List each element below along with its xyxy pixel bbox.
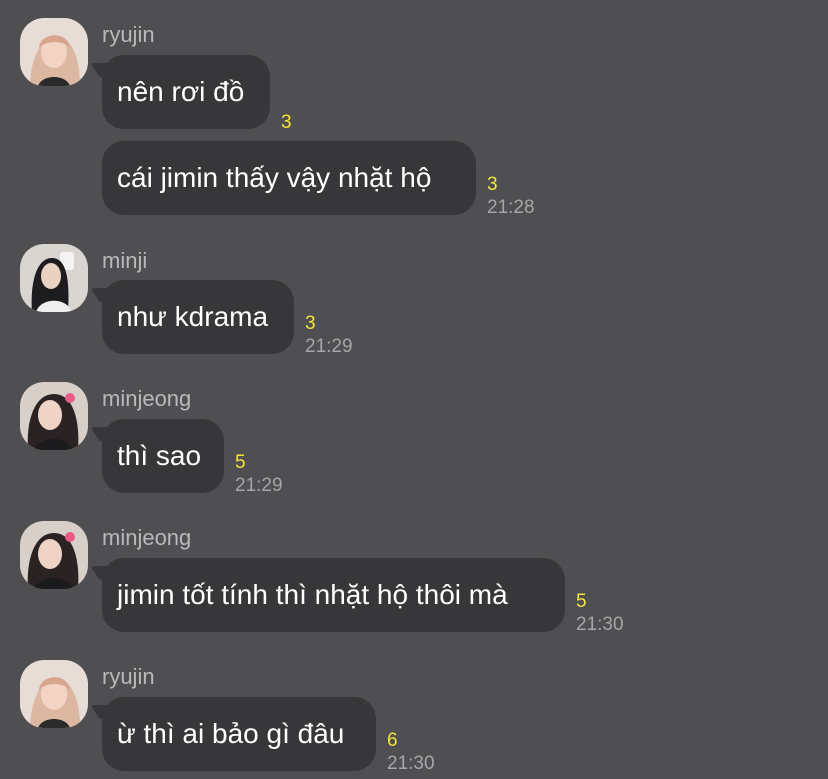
sender-name: ryujin [102, 22, 155, 47]
message-bubble[interactable]: như kdrama [102, 280, 294, 354]
unread-count: 3 [487, 174, 498, 195]
message-text: thì sao [117, 440, 202, 471]
ryujin-avatar-image [20, 660, 88, 728]
message-bubble[interactable]: ừ thì ai bảo gì đâu [102, 697, 376, 771]
sender-name: ryujin [102, 664, 155, 689]
avatar[interactable] [20, 521, 88, 589]
message-text: như kdrama [117, 301, 269, 332]
message-bubble[interactable]: nên rơi đồ [102, 55, 270, 129]
ryujin-avatar-image [20, 18, 88, 86]
unread-count: 3 [281, 112, 292, 133]
timestamp: 21:28 [487, 197, 535, 218]
minjeong-avatar-image [20, 382, 88, 450]
chat-message-list[interactable]: ryujin nên rơi đồ 3 cái jimin thấy vậy n… [0, 0, 828, 779]
unread-count: 5 [576, 591, 587, 612]
message-bubble[interactable]: thì sao [102, 419, 224, 493]
message-bubble[interactable]: cái jimin thấy vậy nhặt hộ [102, 141, 476, 215]
message-text: jimin tốt tính thì nhặt hộ thôi mà [117, 579, 508, 610]
message-text: ừ thì ai bảo gì đâu [117, 718, 345, 749]
avatar[interactable] [20, 244, 88, 312]
sender-name: minjeong [102, 525, 192, 550]
avatar[interactable] [20, 660, 88, 728]
timestamp: 21:30 [576, 614, 624, 635]
avatar[interactable] [20, 382, 88, 450]
message-text: cái jimin thấy vậy nhặt hộ [117, 162, 432, 193]
avatar[interactable] [20, 18, 88, 86]
minji-avatar-image [20, 244, 88, 312]
message-bubble[interactable]: jimin tốt tính thì nhặt hộ thôi mà [102, 558, 565, 632]
timestamp: 21:29 [235, 475, 283, 496]
unread-count: 6 [387, 730, 398, 751]
unread-count: 3 [305, 313, 316, 334]
timestamp: 21:29 [305, 336, 353, 357]
sender-name: minji [102, 248, 148, 273]
minjeong-avatar-image [20, 521, 88, 589]
sender-name: minjeong [102, 386, 192, 411]
unread-count: 5 [235, 452, 246, 473]
message-text: nên rơi đồ [117, 76, 245, 107]
timestamp: 21:30 [387, 753, 435, 774]
